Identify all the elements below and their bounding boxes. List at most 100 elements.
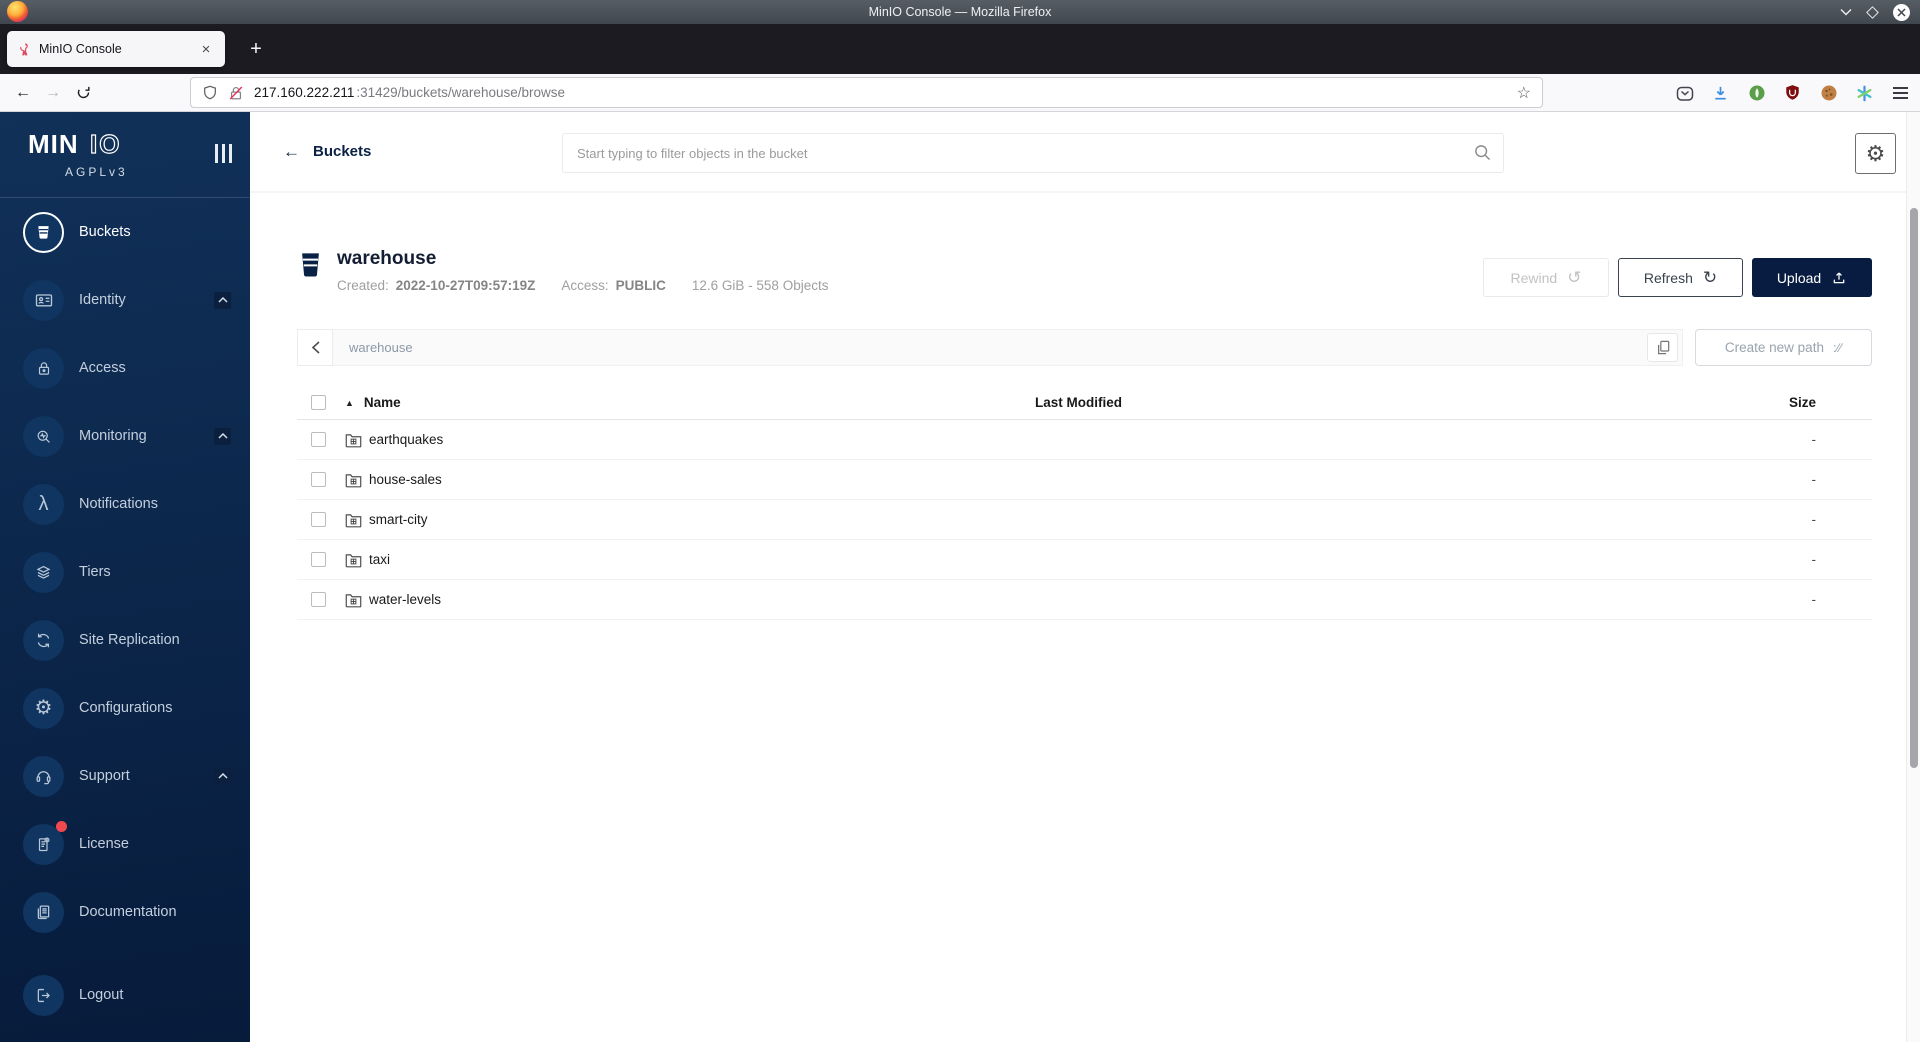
- rewind-icon: ↺: [1567, 268, 1582, 287]
- window-controls: [1840, 0, 1910, 24]
- back-button[interactable]: ←: [8, 78, 38, 108]
- extension-icon-green[interactable]: [1743, 80, 1770, 107]
- sidebar-item-documentation[interactable]: Documentation: [0, 878, 250, 946]
- upload-button[interactable]: Upload: [1752, 258, 1872, 297]
- row-checkbox[interactable]: [311, 592, 326, 607]
- downloads-icon[interactable]: [1707, 80, 1734, 107]
- table-row[interactable]: water-levels -: [297, 580, 1872, 620]
- breadcrumb-label: Buckets: [313, 143, 372, 160]
- copy-path-button[interactable]: [1647, 333, 1678, 362]
- minimize-icon[interactable]: [1840, 8, 1852, 16]
- back-arrow-icon: ←: [283, 142, 300, 161]
- sidebar-item-label: Documentation: [79, 904, 177, 920]
- table-header-row: ▲ Name Last Modified Size: [297, 386, 1872, 420]
- row-checkbox[interactable]: [311, 432, 326, 447]
- window-title: MinIO Console — Mozilla Firefox: [868, 5, 1052, 19]
- sidebar-item-access[interactable]: Access: [0, 334, 250, 402]
- sidebar-item-site-replication[interactable]: Site Replication: [0, 606, 250, 674]
- column-header-name[interactable]: ▲ Name: [345, 395, 1035, 410]
- window-titlebar: MinIO Console — Mozilla Firefox: [0, 0, 1920, 24]
- sidebar-item-monitoring[interactable]: Monitoring: [0, 402, 250, 470]
- folder-icon: [345, 473, 362, 487]
- bucket-access: Access: PUBLIC: [561, 278, 666, 293]
- current-path[interactable]: warehouse: [349, 340, 413, 355]
- reload-button[interactable]: [68, 78, 98, 108]
- insecure-lock-icon[interactable]: [228, 85, 244, 101]
- refresh-button[interactable]: Refresh ↻: [1618, 258, 1743, 297]
- license-tier-label: AGPLv3: [65, 165, 128, 179]
- tracking-shield-icon[interactable]: [202, 85, 218, 101]
- sidebar-item-configurations[interactable]: ⚙ Configurations: [0, 674, 250, 742]
- sort-ascending-icon: ▲: [345, 397, 354, 408]
- rewind-button[interactable]: Rewind ↺: [1483, 258, 1609, 297]
- search-input[interactable]: [562, 133, 1504, 173]
- create-new-path-button[interactable]: Create new path :∕∕: [1695, 329, 1872, 366]
- forward-button[interactable]: →: [38, 78, 68, 108]
- chevron-up-icon[interactable]: [214, 427, 231, 445]
- folder-icon: [345, 553, 362, 567]
- license-alert-badge: [56, 820, 67, 832]
- tab-close-icon[interactable]: ×: [196, 39, 216, 59]
- breadcrumb-back-to-buckets[interactable]: ← Buckets: [283, 143, 371, 160]
- settings-gear-button[interactable]: ⚙: [1855, 133, 1896, 174]
- sidebar-item-label: Identity: [79, 292, 126, 308]
- ublock-origin-icon[interactable]: [1779, 80, 1806, 107]
- new-tab-button[interactable]: +: [241, 34, 271, 64]
- bucket-usage: 12.6 GiB - 558 Objects: [691, 278, 829, 293]
- bucket-browser: warehouse Created: 2022-10-27T09:57:19Z A…: [250, 193, 1920, 1042]
- lock-icon: [23, 347, 64, 389]
- buckets-icon: [23, 211, 64, 253]
- tab-minio-console[interactable]: MinIO Console ×: [7, 31, 225, 67]
- bucket-summary: warehouse Created: 2022-10-27T09:57:19Z A…: [297, 248, 1872, 297]
- sidebar-item-tiers[interactable]: Tiers: [0, 538, 250, 606]
- identity-icon: [23, 279, 64, 321]
- row-checkbox[interactable]: [311, 552, 326, 567]
- url-bar[interactable]: 217.160.222.211 :31429/buckets/warehouse…: [190, 77, 1543, 108]
- sidebar-item-notifications[interactable]: λ Notifications: [0, 470, 250, 538]
- bucket-actions: Rewind ↺ Refresh ↻ Upload: [1483, 258, 1872, 297]
- column-header-size[interactable]: Size: [1706, 395, 1872, 410]
- cookie-extension-icon[interactable]: [1815, 80, 1842, 107]
- lambda-icon: λ: [23, 483, 64, 525]
- table-row[interactable]: house-sales -: [297, 460, 1872, 500]
- bookmark-star-icon[interactable]: ☆: [1517, 83, 1531, 103]
- folder-icon: [345, 593, 362, 607]
- maximize-icon[interactable]: [1866, 5, 1879, 19]
- table-row[interactable]: earthquakes -: [297, 420, 1872, 460]
- close-window-icon[interactable]: [1893, 3, 1910, 21]
- column-header-last-modified[interactable]: Last Modified: [1035, 395, 1706, 410]
- sidebar-item-logout[interactable]: Logout: [0, 961, 250, 1029]
- upload-icon: [1831, 270, 1847, 286]
- path-back-button[interactable]: [297, 329, 333, 366]
- app-window: MIN IO AGPLv3 Buckets Identity Access Mo…: [0, 112, 1920, 1042]
- object-size: -: [1811, 472, 1817, 487]
- monitoring-magnifier-icon: [23, 415, 64, 457]
- documentation-icon: [23, 891, 64, 933]
- svg-text:MIN: MIN: [28, 130, 79, 159]
- extension-icon-asterisk[interactable]: [1851, 80, 1878, 107]
- firefox-logo-icon: [7, 1, 28, 22]
- scrollbar-thumb[interactable]: [1909, 208, 1918, 768]
- table-row[interactable]: smart-city -: [297, 500, 1872, 540]
- current-path-bar: warehouse: [333, 329, 1683, 366]
- chevron-up-icon[interactable]: [214, 291, 231, 309]
- sidebar-item-support[interactable]: Support: [0, 742, 250, 810]
- sidebar-item-buckets[interactable]: Buckets: [0, 198, 250, 266]
- pocket-icon[interactable]: [1671, 80, 1698, 107]
- menu-hamburger-icon[interactable]: [1887, 80, 1914, 107]
- page-scrollbar[interactable]: [1906, 112, 1920, 1042]
- sidebar-collapse-icon[interactable]: [214, 144, 232, 163]
- chevron-up-icon[interactable]: [214, 767, 231, 785]
- sidebar-item-label: Buckets: [79, 224, 131, 240]
- sidebar-item-license[interactable]: License: [0, 810, 250, 878]
- replication-arrows-icon: [23, 619, 64, 661]
- sidebar-item-label: Logout: [79, 987, 124, 1003]
- select-all-checkbox[interactable]: [311, 395, 326, 410]
- object-name: earthquakes: [369, 432, 444, 447]
- row-checkbox[interactable]: [311, 472, 326, 487]
- folder-icon: [345, 433, 362, 447]
- table-row[interactable]: taxi -: [297, 540, 1872, 580]
- sidebar-item-identity[interactable]: Identity: [0, 266, 250, 334]
- gear-icon: ⚙: [1865, 140, 1886, 166]
- row-checkbox[interactable]: [311, 512, 326, 527]
